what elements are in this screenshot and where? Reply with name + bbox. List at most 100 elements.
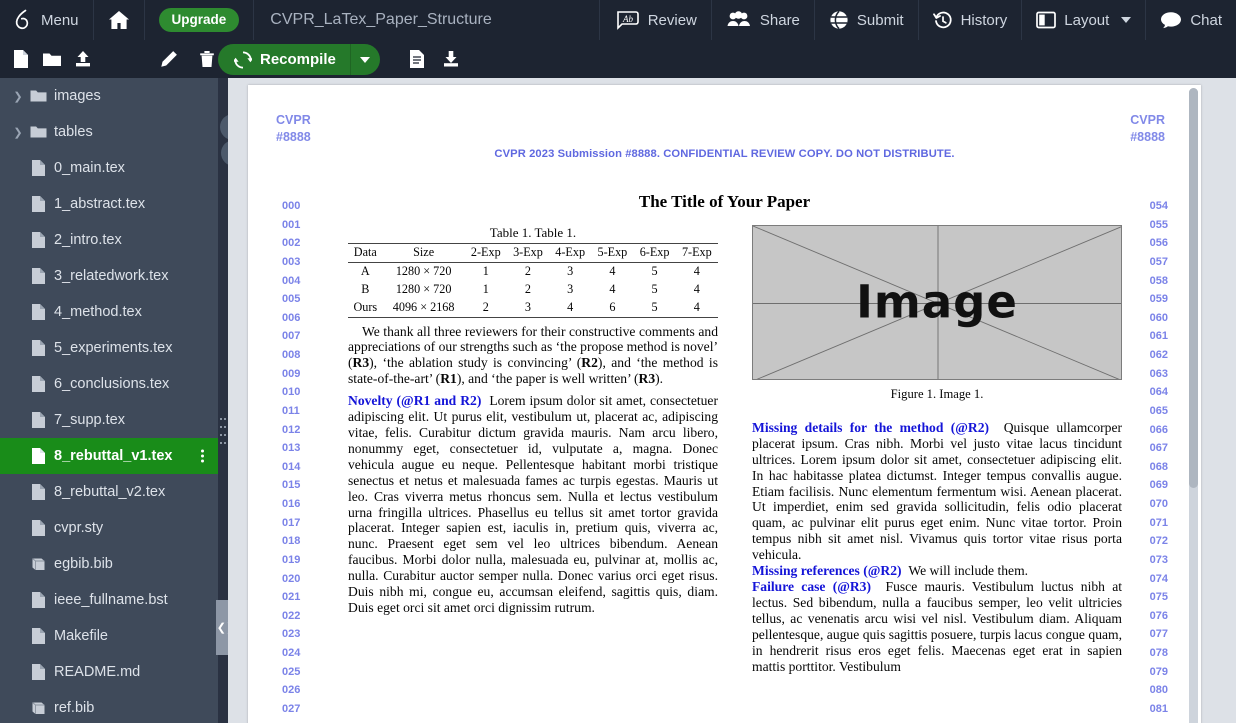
confidential-notice: CVPR 2023 Submission #8888. CONFIDENTIAL… <box>494 148 955 160</box>
line-number: 023 <box>282 628 301 641</box>
share-button[interactable]: Share <box>712 0 815 40</box>
edit-actions-group <box>156 40 220 78</box>
file-tree-item-egbib-bib[interactable]: egbib.bib <box>0 546 218 582</box>
file-tree-item-8-rebuttal-v2-tex[interactable]: 8_rebuttal_v2.tex <box>0 474 218 510</box>
pdf-scrollbar-track[interactable] <box>1189 88 1198 723</box>
project-title[interactable]: CVPR_LaTex_Paper_Structure <box>254 0 507 40</box>
layout-button[interactable]: Layout <box>1022 0 1147 40</box>
file-tree-item-label: ref.bib <box>54 700 95 716</box>
line-number: 081 <box>1149 702 1168 715</box>
missing-references-body: We will include them. <box>908 563 1029 579</box>
chevron-right-icon[interactable]: ❯ <box>10 126 26 139</box>
file-tree-item-label: ieee_fullname.bst <box>54 592 168 608</box>
menu-button[interactable]: Menu <box>0 0 94 40</box>
figure-placeholder-text: Image <box>856 275 1018 329</box>
file-tree-item-images[interactable]: ❯ images <box>0 78 218 114</box>
file-tree-item-label: cvpr.sty <box>54 520 104 536</box>
paper-title: The Title of Your Paper <box>638 192 811 211</box>
table-column-header: 4-Exp <box>555 244 586 259</box>
novelty-heading: Novelty (@R1 and R2) <box>348 393 482 409</box>
line-number: 077 <box>1149 628 1168 641</box>
chevron-right-icon[interactable]: ❯ <box>10 90 26 103</box>
file-actions-group <box>0 40 96 78</box>
rename-button[interactable] <box>156 44 182 74</box>
file-tree-item-5-experiments-tex[interactable]: 5_experiments.tex <box>0 330 218 366</box>
line-number: 054 <box>1149 200 1168 212</box>
line-number: 069 <box>1149 479 1168 492</box>
file-tree-item-tables[interactable]: ❯ tables <box>0 114 218 150</box>
file-icon <box>26 231 50 249</box>
file-tree-item-label: README.md <box>54 664 141 680</box>
line-number: 061 <box>1149 330 1168 343</box>
file-tree-item-1-abstract-tex[interactable]: 1_abstract.tex <box>0 186 218 222</box>
submit-button[interactable]: Submit <box>815 0 919 40</box>
table-column-header: 6-Exp <box>639 244 670 259</box>
new-file-button[interactable] <box>8 44 34 74</box>
figure-placeholder: Image <box>752 225 1122 380</box>
table-header-row: Data Size 2-Exp 3-Exp 4-Exp 5-Exp 6-Exp 7-Exp <box>348 243 718 263</box>
file-tree-item-0-main-tex[interactable]: 0_main.tex <box>0 150 218 186</box>
file-tree-item-ieee-fullname-bst[interactable]: ieee_fullname.bst <box>0 582 218 618</box>
table-column-header: 2-Exp <box>470 244 501 259</box>
line-number: 080 <box>1149 684 1168 697</box>
table-row: Ours 4096 × 2168 2 3 4 6 5 4 <box>348 298 718 318</box>
review-button[interactable]: Ab Review <box>598 0 712 40</box>
missing-details-body: Quisque ullamcorper placerat ipsum. Cras… <box>752 419 1123 563</box>
line-number: 072 <box>1149 535 1168 548</box>
file-icon <box>26 303 50 321</box>
table-cell: 4 <box>549 298 592 318</box>
table-column-header: 7-Exp <box>681 244 712 259</box>
upload-button[interactable] <box>70 44 96 74</box>
history-button[interactable]: History <box>919 0 1023 40</box>
pdf-preview-panel[interactable]: CVPR #8888 CVPR #8888 CVPR 2023 Submissi… <box>228 78 1236 723</box>
home-button[interactable] <box>94 0 145 40</box>
file-tree-item-readme-md[interactable]: README.md <box>0 654 218 690</box>
download-pdf-button[interactable] <box>438 44 464 74</box>
splitter-grip[interactable] <box>220 418 226 444</box>
file-icon <box>26 267 50 285</box>
line-number: 078 <box>1149 647 1168 659</box>
bibliography-file-icon <box>26 700 50 716</box>
recompile-refresh-icon <box>234 50 252 69</box>
table-body: A 1280 × 720 1 2 3 4 5 4 B 1280 × 720 1 2 3 4 5 4 Ours 40… <box>348 262 718 318</box>
line-number: 004 <box>282 274 301 287</box>
upgrade-button[interactable]: Upgrade <box>158 8 240 32</box>
file-tree-item-label: 3_relatedwork.tex <box>54 268 169 284</box>
recompile-button[interactable]: Recompile <box>218 44 350 75</box>
figure-caption: Figure 1. Image 1. <box>890 387 984 401</box>
home-icon <box>108 10 130 30</box>
file-tree-item-makefile[interactable]: Makefile <box>0 618 218 654</box>
delete-button[interactable] <box>194 44 220 74</box>
line-number: 073 <box>1149 553 1168 566</box>
line-number: 055 <box>1149 218 1168 231</box>
file-tree-item-7-supp-tex[interactable]: 7_supp.tex <box>0 402 218 438</box>
file-tree-item-8-rebuttal-v1-tex[interactable]: 8_rebuttal_v1.tex <box>0 438 218 474</box>
file-tree-item-label: 1_abstract.tex <box>54 196 146 212</box>
chat-button[interactable]: Chat <box>1146 0 1236 40</box>
file-tree-item-6-conclusions-tex[interactable]: 6_conclusions.tex <box>0 366 218 402</box>
table-column-header: Data <box>353 244 377 259</box>
file-tree-item-cvpr-sty[interactable]: cvpr.sty <box>0 510 218 546</box>
upgrade-button-cell[interactable]: Upgrade <box>145 0 255 40</box>
file-tree-panel[interactable]: ❯ images ❯ tables 0_main.tex 1_abstract.tex 2_… <box>0 78 218 723</box>
line-number: 071 <box>1149 516 1168 529</box>
pdf-scrollbar-thumb[interactable] <box>1189 88 1198 488</box>
left-paragraph-1: We thank all three reviewers for their c… <box>348 323 718 387</box>
file-context-menu-icon[interactable] <box>201 449 204 463</box>
line-number: 067 <box>1149 442 1168 455</box>
line-number: 075 <box>1149 591 1168 604</box>
file-tree-item-label: Makefile <box>54 628 108 644</box>
file-tree-item-4-method-tex[interactable]: 4_method.tex <box>0 294 218 330</box>
new-folder-button[interactable] <box>39 44 65 74</box>
file-icon <box>26 627 50 645</box>
table-cell: 4096 × 2168 <box>382 298 465 318</box>
logs-button[interactable] <box>404 44 430 74</box>
file-tree-item-3-relatedwork-tex[interactable]: 3_relatedwork.tex <box>0 258 218 294</box>
file-tree-item-ref-bib[interactable]: ref.bib <box>0 690 218 723</box>
share-label: Share <box>759 11 800 29</box>
file-tree-item-2-intro-tex[interactable]: 2_intro.tex <box>0 222 218 258</box>
line-numbers-right: 054 055 056 057 058 059 060 061 062 063 064 065 066 0… <box>1150 197 1168 723</box>
recompile-dropdown-button[interactable] <box>349 44 380 75</box>
table-cell: 1 <box>482 263 489 278</box>
right-paragraph-2: Missing references (@R2) We will include… <box>752 563 1122 579</box>
